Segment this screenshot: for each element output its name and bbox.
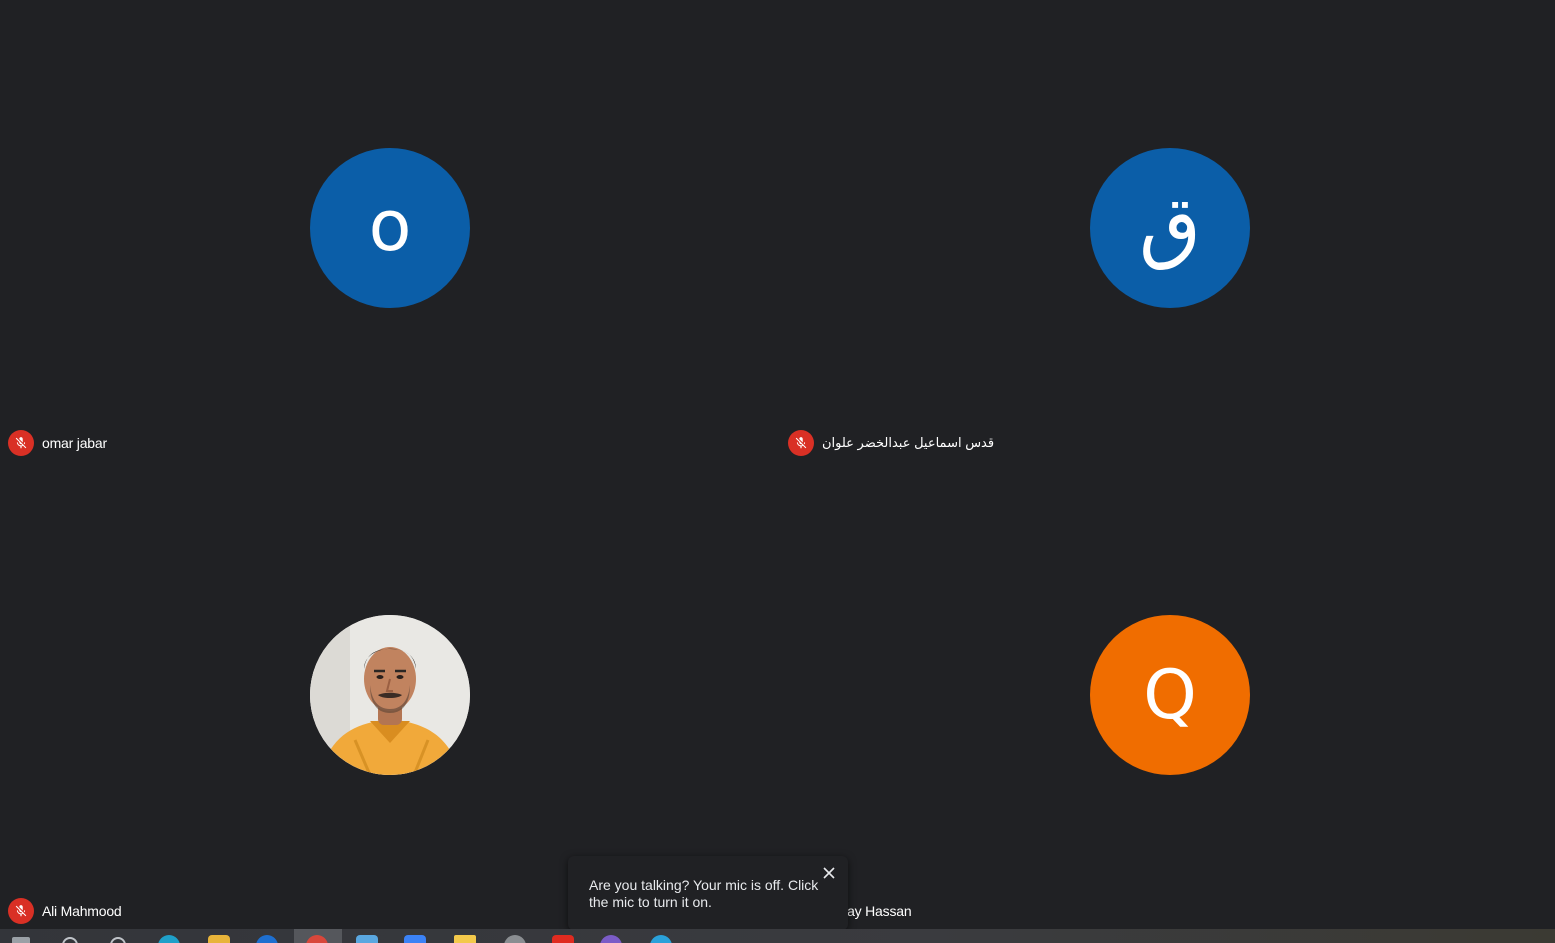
meeting-grid: o omar jabar ق قدس اسماعيل عبدالخضر علوا… [0, 0, 1555, 943]
settings-icon[interactable] [504, 935, 526, 943]
task-view-icon[interactable] [110, 937, 126, 943]
participant-name: omar jabar [42, 435, 107, 451]
mic-off-icon [788, 430, 814, 456]
participant-tile-qusay[interactable]: Q Qusay Hassan [778, 468, 1555, 936]
edge-icon[interactable] [158, 935, 180, 943]
participant-tile-quds[interactable]: ق قدس اسماعيل عبدالخضر علوان [778, 0, 1555, 468]
app-icon[interactable] [356, 935, 378, 943]
file-explorer-icon[interactable] [208, 935, 230, 943]
folder-icon[interactable] [454, 935, 476, 943]
participant-nameplate: omar jabar [8, 430, 107, 456]
search-icon[interactable] [62, 937, 78, 943]
meet-icon[interactable] [404, 935, 426, 943]
participant-photo-avatar [310, 615, 470, 775]
participant-name: قدس اسماعيل عبدالخضر علوان [822, 435, 995, 450]
avatar-initial: Q [1143, 655, 1197, 735]
start-icon[interactable] [12, 937, 30, 943]
participant-name: Ali Mahmood [42, 903, 122, 919]
youtube-icon[interactable] [552, 935, 574, 943]
mic-off-icon [8, 430, 34, 456]
participant-avatar: Q [1090, 615, 1250, 775]
store-icon[interactable] [256, 935, 278, 943]
participant-avatar: ق [1090, 148, 1250, 308]
close-icon[interactable] [820, 864, 838, 882]
mic-off-toast: Are you talking? Your mic is off. Click … [568, 856, 848, 930]
participant-nameplate: Ali Mahmood [8, 898, 122, 924]
participant-avatar: o [310, 148, 470, 308]
telegram-icon[interactable] [650, 935, 672, 943]
avatar-initial: ق [1138, 178, 1202, 272]
participant-nameplate: قدس اسماعيل عبدالخضر علوان [788, 430, 994, 456]
avatar-initial: o [368, 185, 412, 267]
windows-taskbar [0, 929, 1555, 943]
mic-off-icon [8, 898, 34, 924]
viber-icon[interactable] [600, 935, 622, 943]
toast-message: Are you talking? Your mic is off. Click … [589, 877, 819, 910]
participant-tile-omar[interactable]: o omar jabar [0, 0, 778, 468]
